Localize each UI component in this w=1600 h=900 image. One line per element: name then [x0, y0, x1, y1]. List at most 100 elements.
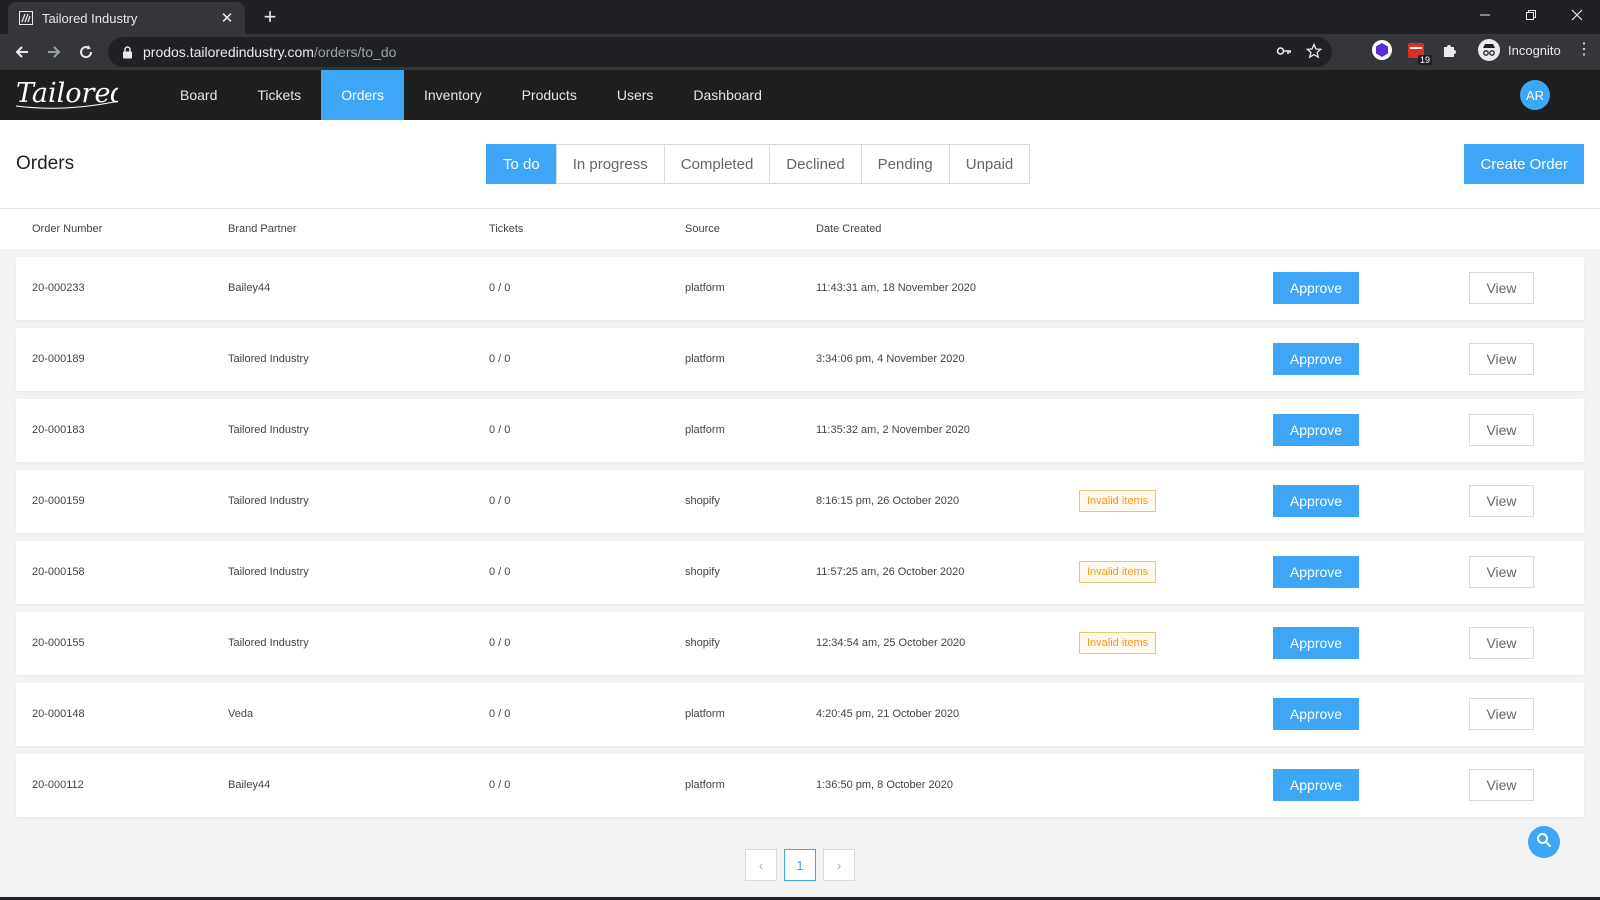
order-source: platform: [685, 353, 725, 365]
approve-button[interactable]: Approve: [1273, 556, 1359, 588]
approve-button[interactable]: Approve: [1273, 769, 1359, 801]
status-filter-group: To do In progress Completed Declined Pending…: [486, 144, 1031, 184]
order-source: platform: [685, 779, 725, 791]
invalid-items-badge: Invalid items: [1079, 561, 1157, 583]
key-icon[interactable]: [1276, 43, 1292, 64]
window-close-icon[interactable]: [1554, 0, 1600, 30]
app-navbar: Tailored Board Tickets Orders Inventory Prod…: [0, 70, 1600, 120]
order-number: 20-000158: [32, 566, 85, 578]
order-source: shopify: [685, 566, 720, 578]
approve-button[interactable]: Approve: [1273, 414, 1359, 446]
extension-calendar-icon[interactable]: 19: [1404, 38, 1432, 65]
order-number: 20-000112: [32, 779, 84, 791]
prev-page-button[interactable]: ‹: [745, 849, 777, 881]
view-button[interactable]: View: [1469, 485, 1534, 517]
table-row: 20-000158 Tailored Industry 0 / 0 shopify 11…: [16, 541, 1584, 604]
table-row: 20-000233 Bailey44 0 / 0 platform 11:43:31 a…: [16, 257, 1584, 320]
nav-item-products[interactable]: Products: [502, 70, 597, 120]
date-created: 4:20:45 pm, 21 October 2020: [816, 708, 960, 720]
date-created: 12:34:54 am, 25 October 2020: [816, 637, 966, 649]
approve-button[interactable]: Approve: [1273, 698, 1359, 730]
pagination: ‹ 1 ›: [745, 849, 855, 881]
invalid-items-badge: Invalid items: [1079, 490, 1157, 512]
nav-item-tickets[interactable]: Tickets: [237, 70, 321, 120]
table-row: 20-000159 Tailored Industry 0 / 0 shopify 8:…: [16, 470, 1584, 533]
forward-arrow-icon[interactable]: [38, 36, 70, 68]
brand-partner: Bailey44: [228, 282, 271, 294]
tickets-count: 0 / 0: [489, 282, 511, 294]
create-order-button[interactable]: Create Order: [1464, 144, 1584, 184]
search-fab[interactable]: [1528, 826, 1560, 858]
address-bar[interactable]: prodos.tailoredindustry.com/orders/to_do: [108, 37, 1332, 67]
tickets-count: 0 / 0: [489, 566, 511, 578]
page-1-button[interactable]: 1: [784, 849, 816, 881]
window-minimize-icon[interactable]: [1462, 0, 1508, 30]
brand-partner: Tailored Industry: [228, 495, 309, 507]
invalid-items-badge: Invalid items: [1079, 632, 1157, 654]
brand-partner: Tailored Industry: [228, 424, 309, 436]
filter-tab-completed[interactable]: Completed: [663, 144, 771, 184]
reload-icon[interactable]: [70, 36, 102, 68]
approve-button[interactable]: Approve: [1273, 343, 1359, 375]
filter-tab-in-progress[interactable]: In progress: [555, 144, 665, 184]
browser-tabstrip: Tailored Industry ✕ +: [0, 0, 1600, 34]
table-row: 20-000148 Veda 0 / 0 platform 4:20:45 pm, 21…: [16, 683, 1584, 746]
view-button[interactable]: View: [1469, 556, 1534, 588]
filter-tab-to-do[interactable]: To do: [486, 144, 557, 184]
view-button[interactable]: View: [1469, 343, 1534, 375]
tab-title: Tailored Industry: [42, 10, 138, 26]
incognito-label: Incognito: [1508, 42, 1561, 58]
view-button[interactable]: View: [1469, 698, 1534, 730]
tailored-logo[interactable]: Tailored: [0, 70, 160, 120]
view-button[interactable]: View: [1469, 627, 1534, 659]
order-number: 20-000183: [32, 424, 85, 436]
extension-hexagon-icon[interactable]: [1370, 38, 1394, 62]
back-arrow-icon[interactable]: [6, 36, 38, 68]
approve-button[interactable]: Approve: [1273, 627, 1359, 659]
order-number: 20-000189: [32, 353, 85, 365]
column-header-date-created: Date Created: [816, 223, 882, 235]
extensions-puzzle-icon[interactable]: [1438, 38, 1462, 62]
tickets-count: 0 / 0: [489, 637, 511, 649]
table-row: 20-000155 Tailored Industry 0 / 0 shopify 12…: [16, 612, 1584, 675]
filter-tab-unpaid[interactable]: Unpaid: [948, 144, 1031, 184]
next-page-button[interactable]: ›: [823, 849, 855, 881]
column-header-order-number: Order Number: [32, 223, 103, 235]
browser-menu-icon[interactable]: ⋮: [1576, 42, 1592, 58]
orders-header: Orders To do In progress Completed Declined…: [0, 120, 1600, 209]
nav-item-users[interactable]: Users: [597, 70, 674, 120]
new-tab-icon[interactable]: +: [258, 4, 282, 30]
date-created: 1:36:50 pm, 8 October 2020: [816, 779, 953, 791]
tab-close-icon[interactable]: ✕: [219, 9, 235, 27]
orders-list: 20-000233 Bailey44 0 / 0 platform 11:43:31 a…: [0, 249, 1600, 817]
tickets-count: 0 / 0: [489, 779, 511, 791]
browser-tab[interactable]: Tailored Industry ✕: [8, 2, 245, 34]
date-created: 11:43:31 am, 18 November 2020: [816, 282, 977, 294]
site-favicon-icon: [18, 10, 34, 26]
nav-item-orders[interactable]: Orders: [321, 70, 404, 120]
date-created: 11:35:32 am, 2 November 2020: [816, 424, 970, 436]
user-avatar[interactable]: AR: [1520, 80, 1550, 110]
view-button[interactable]: View: [1469, 769, 1534, 801]
incognito-indicator[interactable]: Incognito: [1478, 39, 1561, 61]
order-source: platform: [685, 424, 725, 436]
order-source: platform: [685, 282, 725, 294]
nav-item-board[interactable]: Board: [160, 70, 237, 120]
approve-button[interactable]: Approve: [1273, 272, 1359, 304]
filter-tab-declined[interactable]: Declined: [769, 144, 862, 184]
view-button[interactable]: View: [1469, 414, 1534, 446]
nav-item-inventory[interactable]: Inventory: [404, 70, 502, 120]
view-button[interactable]: View: [1469, 272, 1534, 304]
window-restore-icon[interactable]: [1508, 0, 1554, 30]
brand-partner: Bailey44: [228, 779, 271, 791]
bookmark-star-icon[interactable]: [1305, 42, 1323, 64]
nav-item-dashboard[interactable]: Dashboard: [673, 70, 782, 120]
incognito-icon: [1478, 39, 1500, 61]
tickets-count: 0 / 0: [489, 708, 511, 720]
table-row: 20-000112 Bailey44 0 / 0 platform 1:36:50 pm…: [16, 754, 1584, 817]
brand-partner: Tailored Industry: [228, 566, 309, 578]
filter-tab-pending[interactable]: Pending: [860, 144, 950, 184]
date-created: 11:57:25 am, 26 October 2020: [816, 566, 965, 578]
approve-button[interactable]: Approve: [1273, 485, 1359, 517]
page-title: Orders: [16, 153, 75, 174]
